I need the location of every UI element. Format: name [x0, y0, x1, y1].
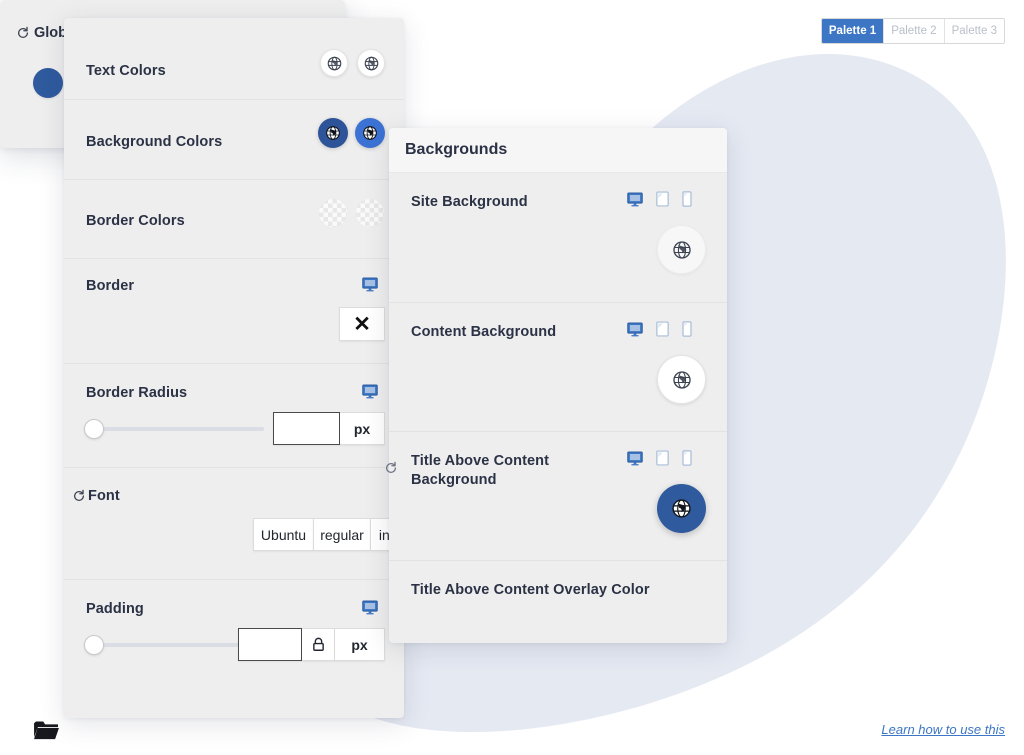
folder-icon[interactable]	[33, 719, 60, 741]
border-radius-input[interactable]	[273, 412, 340, 445]
unit-label: px	[353, 420, 371, 437]
desktop-icon[interactable]	[362, 384, 378, 399]
row-label: Border Radius	[86, 385, 188, 401]
background-color-swatch-2[interactable]	[355, 118, 385, 148]
palette-tab-3[interactable]: Palette 3	[943, 19, 1004, 44]
padding-slider-track[interactable]	[86, 643, 244, 647]
globe-icon	[672, 499, 691, 518]
globe-icon	[672, 240, 691, 259]
site-background-color-swatch[interactable]	[657, 225, 706, 274]
reset-icon[interactable]	[72, 489, 86, 503]
palette-swatch[interactable]	[33, 68, 63, 98]
mobile-icon[interactable]	[682, 321, 692, 337]
font-family-value: Ubuntu	[260, 526, 307, 543]
device-toggle-group	[627, 191, 692, 207]
row-label: Site Background	[411, 194, 528, 210]
globe-icon	[672, 370, 691, 389]
backgrounds-panel-header: Backgrounds	[389, 128, 727, 173]
panel-title: Backgrounds	[405, 141, 508, 158]
desktop-icon[interactable]	[627, 451, 643, 466]
row-label: Border Colors	[86, 213, 185, 229]
row-border-colors: Border Colors	[64, 179, 404, 258]
desktop-icon[interactable]	[627, 322, 643, 337]
desktop-icon[interactable]	[362, 600, 378, 615]
close-icon: ✕	[353, 312, 371, 336]
row-title-above-content-overlay-color: Title Above Content Overlay Color	[389, 560, 727, 670]
padding-unit[interactable]: px	[335, 628, 385, 661]
title-above-content-background-color-swatch[interactable]	[657, 484, 706, 533]
mobile-icon[interactable]	[682, 191, 692, 207]
border-color-swatch-2[interactable]	[355, 198, 385, 228]
screenshot-canvas: Text Colors Background Colors Border Col…	[0, 0, 1024, 755]
row-label: Text Colors	[86, 63, 166, 79]
backgrounds-panel: Backgrounds Site Background Content Back…	[385, 128, 727, 643]
font-weight-value: regular	[320, 526, 364, 543]
tablet-icon[interactable]	[656, 321, 669, 337]
device-toggle-group	[627, 321, 692, 337]
padding-lock-toggle[interactable]	[302, 628, 335, 661]
style-settings-panel: Text Colors Background Colors Border Col…	[64, 18, 453, 718]
padding-slider-knob[interactable]	[84, 635, 104, 655]
row-label: Border	[86, 278, 135, 294]
font-weight-select[interactable]: regular	[313, 518, 370, 551]
border-radius-slider-knob[interactable]	[84, 419, 104, 439]
row-padding: Padding px	[64, 579, 427, 699]
tablet-icon[interactable]	[656, 450, 669, 466]
row-label: Background Colors	[86, 134, 223, 150]
globe-icon	[327, 56, 341, 70]
globe-icon	[364, 56, 378, 70]
learn-how-link[interactable]: Learn how to use this	[881, 722, 1005, 737]
row-label: Title Above Content Background	[411, 453, 550, 489]
row-border: Border ✕	[64, 258, 427, 363]
text-color-swatch-1[interactable]	[320, 49, 348, 77]
row-text-colors: Text Colors	[64, 18, 404, 99]
palette-tab-1[interactable]: Palette 1	[821, 19, 884, 44]
background-color-swatch-1[interactable]	[318, 118, 348, 148]
row-border-radius: Border Radius px	[64, 363, 427, 467]
text-color-swatch-2[interactable]	[357, 49, 385, 77]
mobile-icon[interactable]	[682, 450, 692, 466]
palette-tab-group: Palette 1 Palette 2 Palette 3	[820, 18, 1005, 45]
unit-label: px	[351, 636, 368, 653]
border-radius-slider-track[interactable]	[86, 427, 264, 431]
font-family-select[interactable]: Ubuntu	[253, 518, 313, 551]
desktop-icon[interactable]	[362, 277, 378, 292]
lock-icon	[312, 637, 324, 651]
content-background-color-swatch[interactable]	[657, 355, 706, 404]
desktop-icon[interactable]	[627, 192, 643, 207]
row-site-background: Site Background	[389, 173, 727, 302]
globe-icon	[363, 126, 377, 140]
tablet-icon[interactable]	[656, 191, 669, 207]
row-label: Content Background	[411, 324, 557, 340]
row-content-background: Content Background	[389, 302, 727, 431]
row-title-above-content-background: Title Above Content Background	[385, 431, 727, 560]
row-label: Font	[88, 488, 120, 504]
reset-icon[interactable]	[384, 461, 398, 475]
palette-tab-2[interactable]: Palette 2	[883, 19, 944, 44]
row-label: Title Above Content Overlay Color	[411, 582, 650, 598]
row-label: Padding	[86, 601, 144, 617]
reset-icon[interactable]	[16, 26, 30, 40]
padding-input[interactable]	[238, 628, 302, 661]
clear-border-button[interactable]: ✕	[339, 307, 385, 341]
row-background-colors: Background Colors	[64, 99, 404, 179]
row-font: Font Ubuntu regular inherit ▾	[64, 467, 453, 579]
globe-icon	[326, 126, 340, 140]
border-radius-unit[interactable]: px	[340, 412, 385, 445]
device-toggle-group	[627, 450, 692, 466]
border-color-swatch-1[interactable]	[318, 198, 348, 228]
